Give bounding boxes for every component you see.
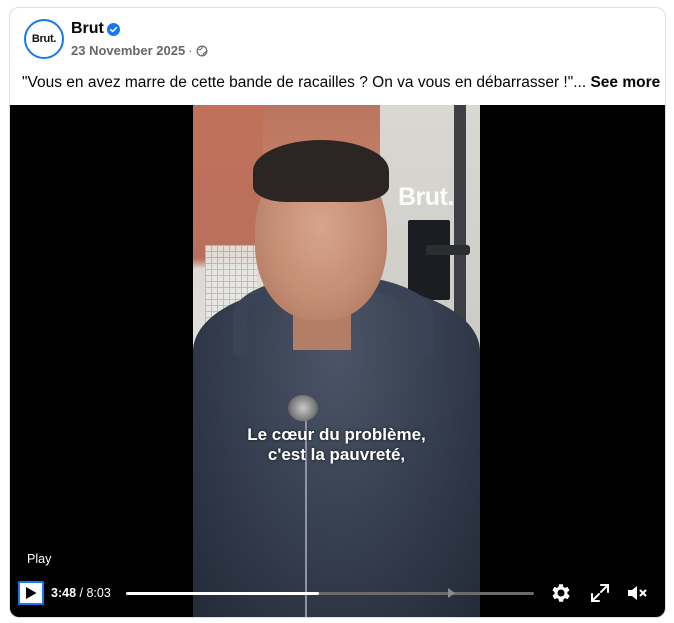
see-more-link[interactable]: See more — [590, 74, 660, 91]
post-caption: "Vous en avez marre de cette bande de ra… — [22, 74, 662, 92]
time-display: 3:48 / 8:03 — [51, 586, 111, 600]
post-date[interactable]: 23 November 2025 — [71, 43, 185, 58]
globe-icon[interactable] — [196, 45, 208, 57]
video-player[interactable]: Brut. Le cœur du problème, c'est la pauv… — [10, 105, 665, 617]
caption-text: "Vous en avez marre de cette bande de ra… — [22, 74, 587, 91]
post-meta: 23 November 2025 · — [71, 43, 208, 58]
play-tooltip: Play — [27, 552, 52, 566]
person-hair — [253, 140, 389, 202]
time-separator: / — [76, 586, 87, 600]
expand-icon[interactable] — [588, 581, 612, 605]
current-time: 3:48 — [51, 586, 77, 600]
avatar-logo-text: Brut. — [31, 33, 57, 45]
muted-speaker-icon[interactable] — [625, 581, 649, 605]
verified-badge-icon — [107, 23, 120, 36]
progress-bar[interactable] — [126, 588, 534, 598]
video-subtitle: Le cœur du problème, c'est la pauvreté, — [193, 425, 480, 465]
meta-separator: · — [188, 43, 193, 58]
page-name-link[interactable]: Brut — [71, 20, 104, 38]
shop-sign — [408, 220, 450, 300]
subtitle-line-1: Le cœur du problème, — [247, 425, 426, 444]
play-button[interactable] — [18, 581, 44, 605]
duration: 8:03 — [86, 586, 111, 600]
video-frame: Brut. Le cœur du problème, c'est la pauv… — [193, 105, 480, 617]
page-avatar[interactable]: Brut. — [24, 19, 64, 59]
brut-watermark: Brut. — [398, 183, 454, 211]
lavalier-mic — [288, 395, 318, 421]
progress-fill — [126, 592, 319, 595]
post-card: Brut. Brut 23 November 2025 · "Vous en a… — [9, 7, 666, 618]
video-controls: 3:48 / 8:03 — [10, 577, 665, 617]
progress-marker — [448, 588, 455, 598]
street-lamp — [426, 245, 470, 255]
play-icon — [26, 587, 37, 599]
subtitle-line-2: c'est la pauvreté, — [267, 445, 406, 464]
gear-icon[interactable] — [549, 581, 573, 605]
